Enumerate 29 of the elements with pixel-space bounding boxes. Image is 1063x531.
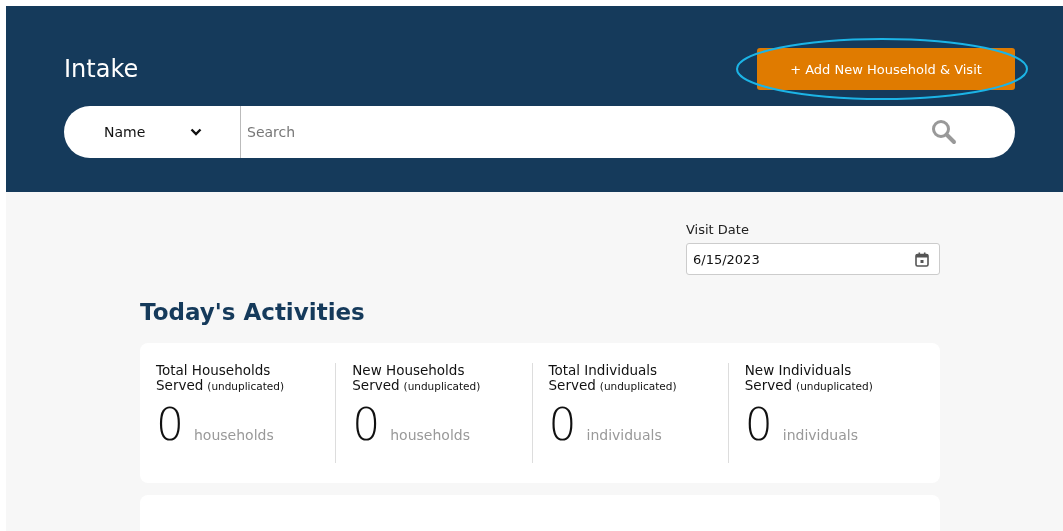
chevron-down-icon xyxy=(190,128,202,136)
stat-value: 0 xyxy=(156,403,184,447)
stat-title: Served xyxy=(744,378,793,393)
stat-value: 0 xyxy=(352,403,381,447)
stat-unit: households xyxy=(194,427,274,443)
calendar-icon[interactable] xyxy=(915,251,929,267)
stat-unit: individuals xyxy=(782,427,858,443)
stat-title: Served xyxy=(548,378,596,393)
stat-value: 0 xyxy=(548,403,577,447)
stat-unit: households xyxy=(390,427,470,443)
stat-title: Served xyxy=(352,378,400,393)
stat-qualifier: (unduplicated) xyxy=(403,380,481,392)
search-icon[interactable] xyxy=(931,119,957,145)
stat-unit: individuals xyxy=(586,427,662,443)
stat-title: Total Households xyxy=(156,363,272,378)
stat-qualifier: (unduplicated) xyxy=(599,380,677,392)
filter-dropdown[interactable]: Name xyxy=(64,106,240,158)
visit-date-label: Visit Date xyxy=(686,222,750,237)
search-field[interactable]: Search xyxy=(240,106,1015,158)
stat-qualifier: (unduplicated) xyxy=(796,380,873,392)
stat-qualifier: (unduplicated) xyxy=(207,380,285,392)
stat-title: Served xyxy=(156,378,204,393)
stat-value: 0 xyxy=(744,403,773,447)
page-title: Intake xyxy=(64,55,139,83)
stat-title: Total Individuals xyxy=(548,363,659,378)
stat-title: New Individuals xyxy=(744,363,853,378)
section-title: Today's Activities xyxy=(140,299,366,325)
stat-title: New Households xyxy=(352,363,466,378)
visit-date-field[interactable]: 6/15/2023 xyxy=(686,243,940,275)
